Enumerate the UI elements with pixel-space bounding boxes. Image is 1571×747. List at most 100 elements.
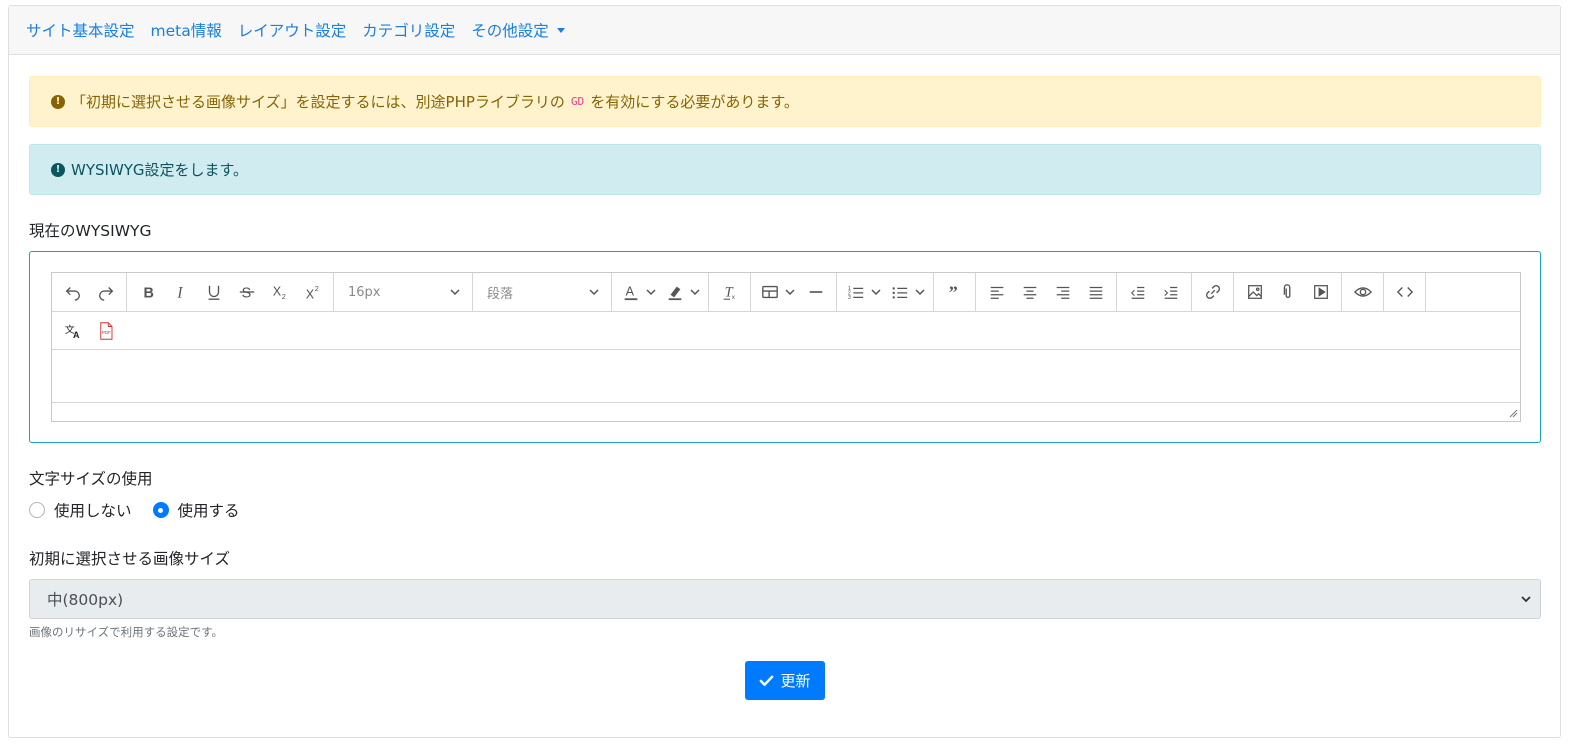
gd-warning-alert: ! 「初期に選択させる画像サイズ」を設定するには、別途PHPライブラリの GD … bbox=[29, 76, 1541, 127]
align-right-icon[interactable] bbox=[1046, 277, 1079, 307]
attachment-icon[interactable] bbox=[1271, 277, 1304, 307]
video-icon[interactable] bbox=[1304, 277, 1337, 307]
font-size-value: 16px bbox=[348, 284, 381, 300]
chevron-down-icon bbox=[589, 289, 599, 296]
highlighter-icon bbox=[662, 277, 688, 307]
nav-category[interactable]: カテゴリ設定 bbox=[362, 19, 455, 41]
chevron-down-icon bbox=[915, 289, 925, 296]
table-button[interactable] bbox=[755, 277, 799, 307]
preview-group bbox=[1342, 273, 1384, 311]
bold-icon[interactable]: B bbox=[131, 277, 164, 307]
wysiwyg-editor: B I S X2 X2 16px 段落 A T x 1 2 3 ” 文 A PD… bbox=[51, 272, 1521, 422]
eye-icon[interactable] bbox=[1346, 277, 1379, 307]
code-group bbox=[1384, 273, 1426, 311]
svg-text:B: B bbox=[143, 285, 153, 301]
warning-code: GD bbox=[570, 95, 585, 108]
exclamation-circle-icon: ! bbox=[51, 94, 65, 109]
svg-text:X: X bbox=[272, 285, 281, 299]
strikethrough-icon[interactable]: S bbox=[230, 277, 263, 307]
info-text: WYSIWYG設定をします。 bbox=[71, 161, 249, 179]
chevron-down-icon bbox=[1521, 596, 1531, 603]
clear-format-group: Tx bbox=[709, 273, 751, 311]
nav-layout[interactable]: レイアウト設定 bbox=[238, 19, 347, 41]
bullet-list-button[interactable] bbox=[885, 277, 929, 307]
update-button[interactable]: 更新 bbox=[745, 661, 825, 700]
caret-down-icon bbox=[556, 27, 565, 33]
nav-site-basic[interactable]: サイト基本設定 bbox=[26, 19, 135, 41]
image-size-label: 初期に選択させる画像サイズ bbox=[29, 550, 231, 568]
block-format-value: 段落 bbox=[487, 286, 514, 302]
nav-other-label: その他設定 bbox=[471, 22, 549, 40]
font-size-select[interactable]: 16px bbox=[334, 273, 473, 311]
align-group bbox=[976, 273, 1117, 311]
svg-text:A: A bbox=[626, 285, 635, 299]
radio-not-use[interactable] bbox=[29, 502, 45, 518]
source-code-icon[interactable] bbox=[1388, 277, 1421, 307]
highlight-color-button[interactable] bbox=[660, 277, 704, 307]
underline-icon[interactable] bbox=[197, 277, 230, 307]
svg-text:”: ” bbox=[948, 283, 957, 301]
warning-text-prefix: 「初期に選択させる画像サイズ」を設定するには、別途PHPライブラリの bbox=[71, 93, 565, 111]
image-size-select[interactable]: 中(800px) bbox=[29, 579, 1541, 619]
font-size-use-radios: 使用しない 使用する bbox=[29, 499, 240, 521]
update-button-label: 更新 bbox=[780, 672, 811, 690]
outdent-icon[interactable] bbox=[1121, 277, 1154, 307]
image-icon[interactable] bbox=[1238, 277, 1271, 307]
radio-use[interactable] bbox=[152, 502, 169, 518]
ordered-list-button[interactable]: 123 bbox=[841, 277, 885, 307]
nav-other-dropdown[interactable]: その他設定 bbox=[471, 19, 565, 41]
resize-handle-icon[interactable] bbox=[1508, 408, 1518, 418]
settings-card: サイト基本設定 meta情報 レイアウト設定 カテゴリ設定 その他設定 ! 「初… bbox=[8, 5, 1561, 738]
wysiwyg-field: B I S X2 X2 16px 段落 A T x 1 2 3 ” 文 A PD… bbox=[29, 251, 1541, 443]
image-size-value: 中(800px) bbox=[47, 591, 124, 609]
quote-group: ” bbox=[934, 273, 976, 311]
insert-group bbox=[751, 273, 837, 311]
exclamation-circle-icon: ! bbox=[51, 162, 65, 177]
superscript-icon[interactable]: X2 bbox=[296, 277, 329, 307]
chevron-down-icon bbox=[450, 289, 460, 296]
svg-text:PDF: PDF bbox=[101, 330, 110, 335]
chevron-down-icon bbox=[871, 289, 881, 296]
wysiwyg-label: 現在のWYSIWYG bbox=[29, 222, 152, 240]
bullet-list-icon bbox=[887, 277, 913, 307]
block-format-select[interactable]: 段落 bbox=[473, 273, 612, 311]
clear-formatting-icon[interactable]: Tx bbox=[713, 277, 746, 307]
font-size-use-label: 文字サイズの使用 bbox=[29, 470, 153, 488]
link-group bbox=[1192, 273, 1234, 311]
list-group: 123 bbox=[837, 273, 934, 311]
format-group: B I S X2 X2 bbox=[127, 273, 334, 311]
undo-icon[interactable] bbox=[56, 277, 89, 307]
text-color-button[interactable]: A bbox=[616, 277, 660, 307]
italic-icon[interactable]: I bbox=[164, 277, 197, 307]
chevron-down-icon bbox=[785, 289, 795, 296]
svg-text:A: A bbox=[73, 330, 80, 340]
indent-icon[interactable] bbox=[1154, 277, 1187, 307]
chevron-down-icon bbox=[690, 289, 700, 296]
editor-toolbar-row2: 文A PDF bbox=[52, 312, 1520, 350]
warning-text-suffix: を有効にする必要があります。 bbox=[590, 93, 799, 111]
horizontal-line-icon[interactable] bbox=[799, 277, 832, 307]
svg-text:S: S bbox=[241, 285, 251, 301]
align-justify-icon[interactable] bbox=[1079, 277, 1112, 307]
align-left-icon[interactable] bbox=[980, 277, 1013, 307]
subscript-icon[interactable]: X2 bbox=[263, 277, 296, 307]
svg-text:X: X bbox=[305, 287, 314, 301]
image-size-help: 画像のリサイズで利用する設定です。 bbox=[29, 625, 224, 639]
pdf-icon[interactable]: PDF bbox=[89, 316, 122, 346]
media-group bbox=[1234, 273, 1342, 311]
redo-icon[interactable] bbox=[89, 277, 122, 307]
check-icon bbox=[760, 675, 774, 686]
nav-meta[interactable]: meta情報 bbox=[151, 19, 222, 41]
radio-not-use-label[interactable]: 使用しない bbox=[54, 499, 132, 521]
align-center-icon[interactable] bbox=[1013, 277, 1046, 307]
color-group: A bbox=[612, 273, 709, 311]
translate-icon[interactable]: 文A bbox=[56, 316, 89, 346]
link-icon[interactable] bbox=[1196, 277, 1229, 307]
editor-toolbar: B I S X2 X2 16px 段落 A T x 1 2 3 ” bbox=[52, 273, 1520, 312]
radio-use-label[interactable]: 使用する bbox=[178, 499, 240, 521]
editor-content-area[interactable] bbox=[52, 350, 1520, 403]
history-group bbox=[52, 273, 127, 311]
svg-text:2: 2 bbox=[281, 292, 285, 301]
blockquote-icon[interactable]: ” bbox=[938, 277, 971, 307]
svg-text:2: 2 bbox=[314, 284, 318, 293]
